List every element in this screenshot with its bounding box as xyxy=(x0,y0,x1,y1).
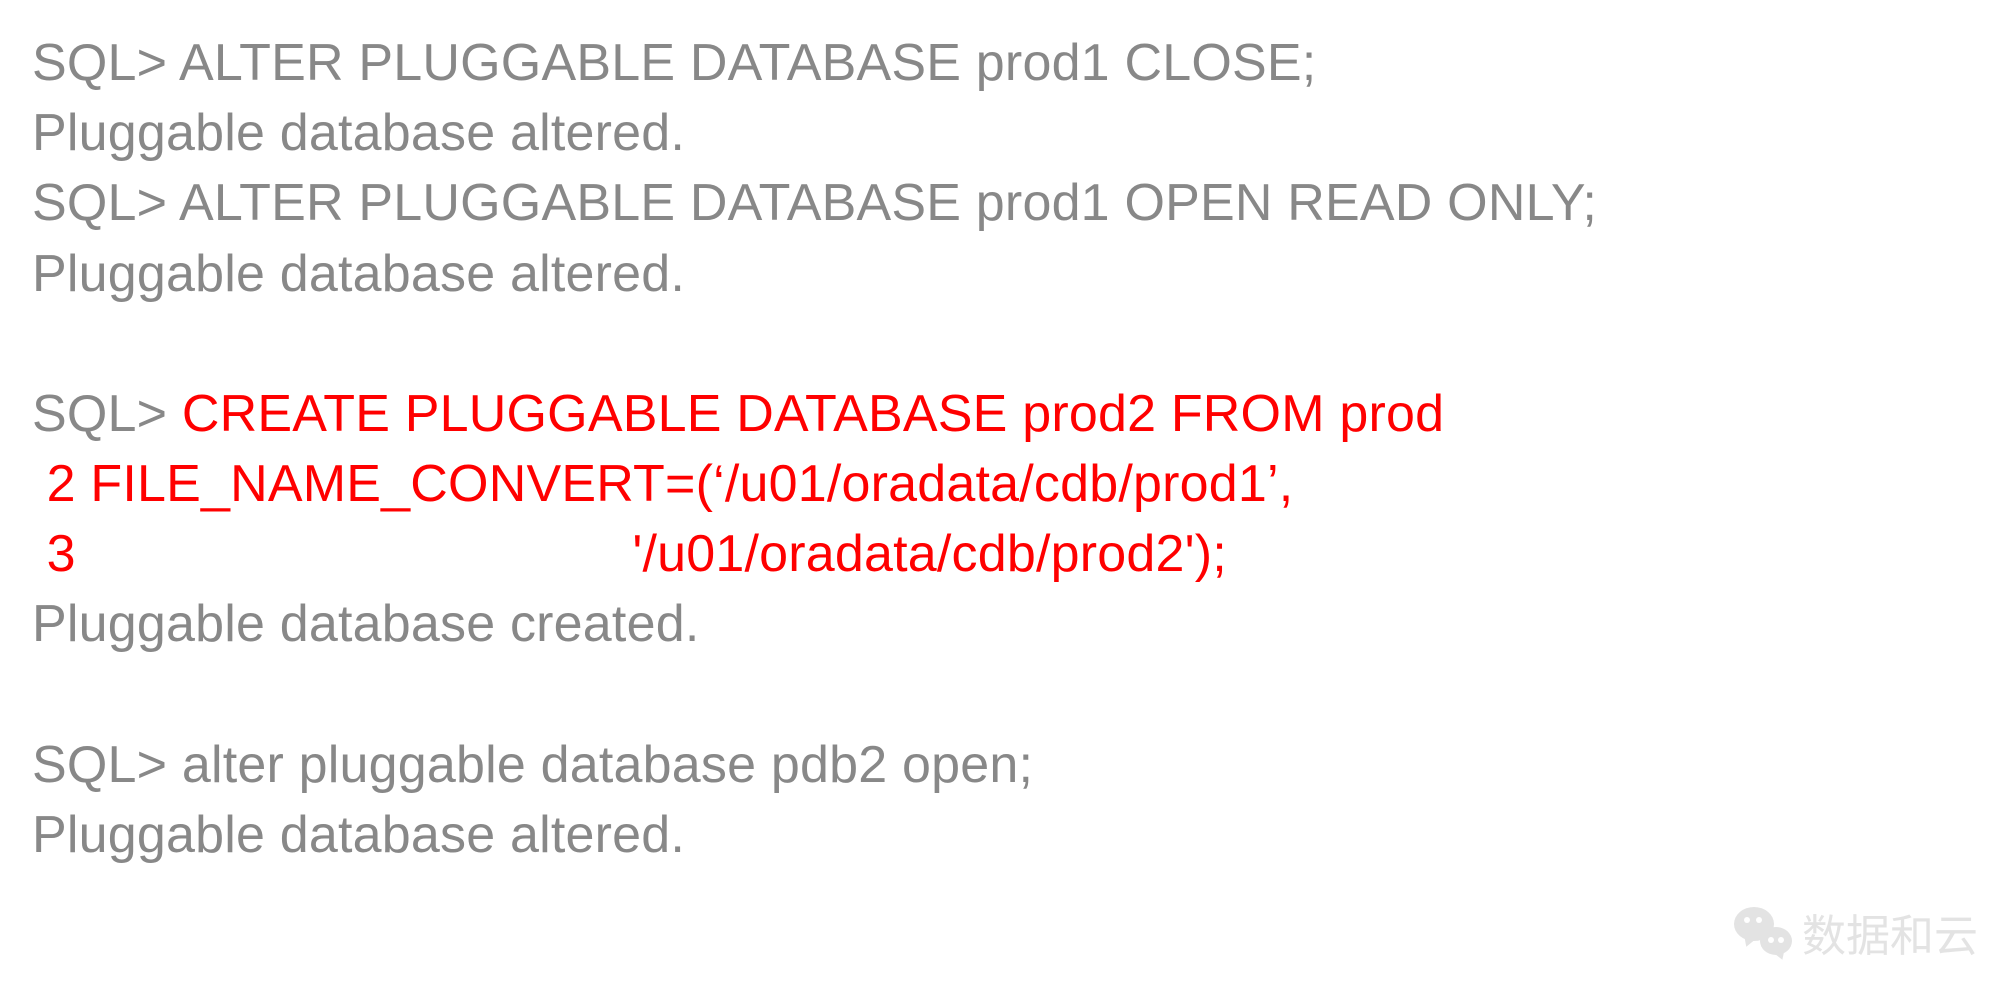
sql-prompt: SQL> xyxy=(32,736,182,794)
sql-output-4: Pluggable database altered. xyxy=(32,800,1976,870)
sql-command: ALTER PLUGGABLE DATABASE prod1 CLOSE; xyxy=(179,34,1316,92)
sql-prompt: SQL> xyxy=(32,34,179,92)
sql-command: alter pluggable database pdb2 open; xyxy=(182,736,1033,794)
sql-output-2: Pluggable database altered. xyxy=(32,239,1976,309)
sql-line-3: SQL> CREATE PLUGGABLE DATABASE prod2 FRO… xyxy=(32,379,1976,449)
sql-line-1: SQL> ALTER PLUGGABLE DATABASE prod1 CLOS… xyxy=(32,28,1976,98)
blank-spacer xyxy=(32,309,1976,379)
sql-line-4: SQL> alter pluggable database pdb2 open; xyxy=(32,730,1976,800)
sql-command-highlighted: CREATE PLUGGABLE DATABASE prod2 FROM pro… xyxy=(182,385,1444,443)
sql-output-3: Pluggable database created. xyxy=(32,589,1976,659)
sql-terminal-output: SQL> ALTER PLUGGABLE DATABASE prod1 CLOS… xyxy=(0,0,2008,898)
wechat-icon xyxy=(1734,907,1792,957)
sql-command: ALTER PLUGGABLE DATABASE prod1 OPEN READ… xyxy=(179,174,1597,232)
watermark-text: 数据和云 xyxy=(1802,900,1978,964)
watermark: 数据和云 xyxy=(1734,900,1978,964)
sql-continuation-1: 2 FILE_NAME_CONVERT=(‘/u01/oradata/cdb/p… xyxy=(32,449,1976,519)
sql-prompt: SQL> xyxy=(32,174,179,232)
sql-line-2: SQL> ALTER PLUGGABLE DATABASE prod1 OPEN… xyxy=(32,168,1976,238)
blank-spacer xyxy=(32,660,1976,730)
sql-prompt: SQL> xyxy=(32,385,182,443)
sql-continuation-2: 3 '/u01/oradata/cdb/prod2'); xyxy=(32,519,1976,589)
sql-output-1: Pluggable database altered. xyxy=(32,98,1976,168)
